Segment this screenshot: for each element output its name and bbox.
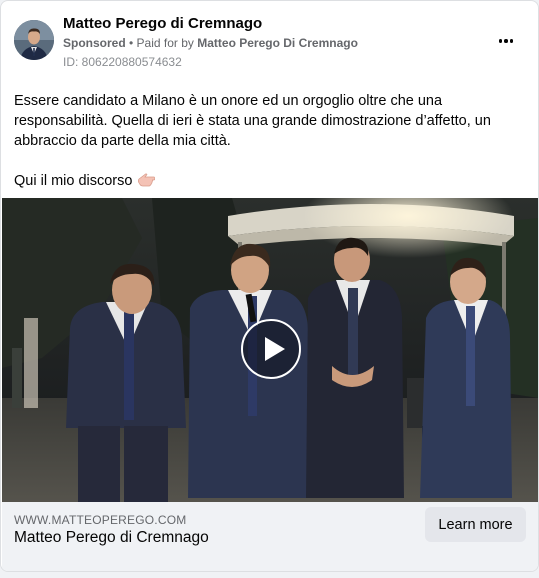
- sponsored-meta: Sponsored • Paid for by Matteo Perego Di…: [63, 36, 358, 50]
- post-text: Essere candidato a Milano è un onore ed …: [14, 91, 524, 193]
- post-text-paragraph-2: Qui il mio discorso: [14, 171, 524, 193]
- author-name[interactable]: Matteo Perego di Cremnago: [63, 15, 262, 32]
- link-title[interactable]: Matteo Perego di Cremnago: [14, 529, 209, 547]
- avatar[interactable]: [14, 20, 54, 60]
- post-text-line-2: Qui il mio discorso: [14, 173, 133, 189]
- play-button-icon[interactable]: [241, 319, 301, 379]
- meta-separator: •: [125, 36, 137, 50]
- link-domain: WWW.MATTEOPEREGO.COM: [14, 513, 187, 527]
- learn-more-button[interactable]: Learn more: [425, 507, 526, 542]
- post-text-paragraph-1: Essere candidato a Milano è un onore ed …: [14, 93, 491, 149]
- more-options-icon[interactable]: [494, 31, 518, 51]
- sponsored-label[interactable]: Sponsored: [63, 36, 126, 50]
- ad-card: Matteo Perego di Cremnago Sponsored • Pa…: [0, 0, 539, 572]
- paid-for-prefix: Paid for by: [136, 36, 198, 50]
- link-footer[interactable]: WWW.MATTEOPEREGO.COM Matteo Perego di Cr…: [2, 502, 538, 571]
- paid-for-name[interactable]: Matteo Perego Di Cremnago: [197, 36, 358, 50]
- ad-id: ID: 806220880574632: [63, 55, 182, 69]
- video-thumbnail[interactable]: [2, 198, 538, 502]
- post-header: Matteo Perego di Cremnago Sponsored • Pa…: [14, 13, 528, 73]
- backhand-pointing-left-icon: [137, 173, 156, 193]
